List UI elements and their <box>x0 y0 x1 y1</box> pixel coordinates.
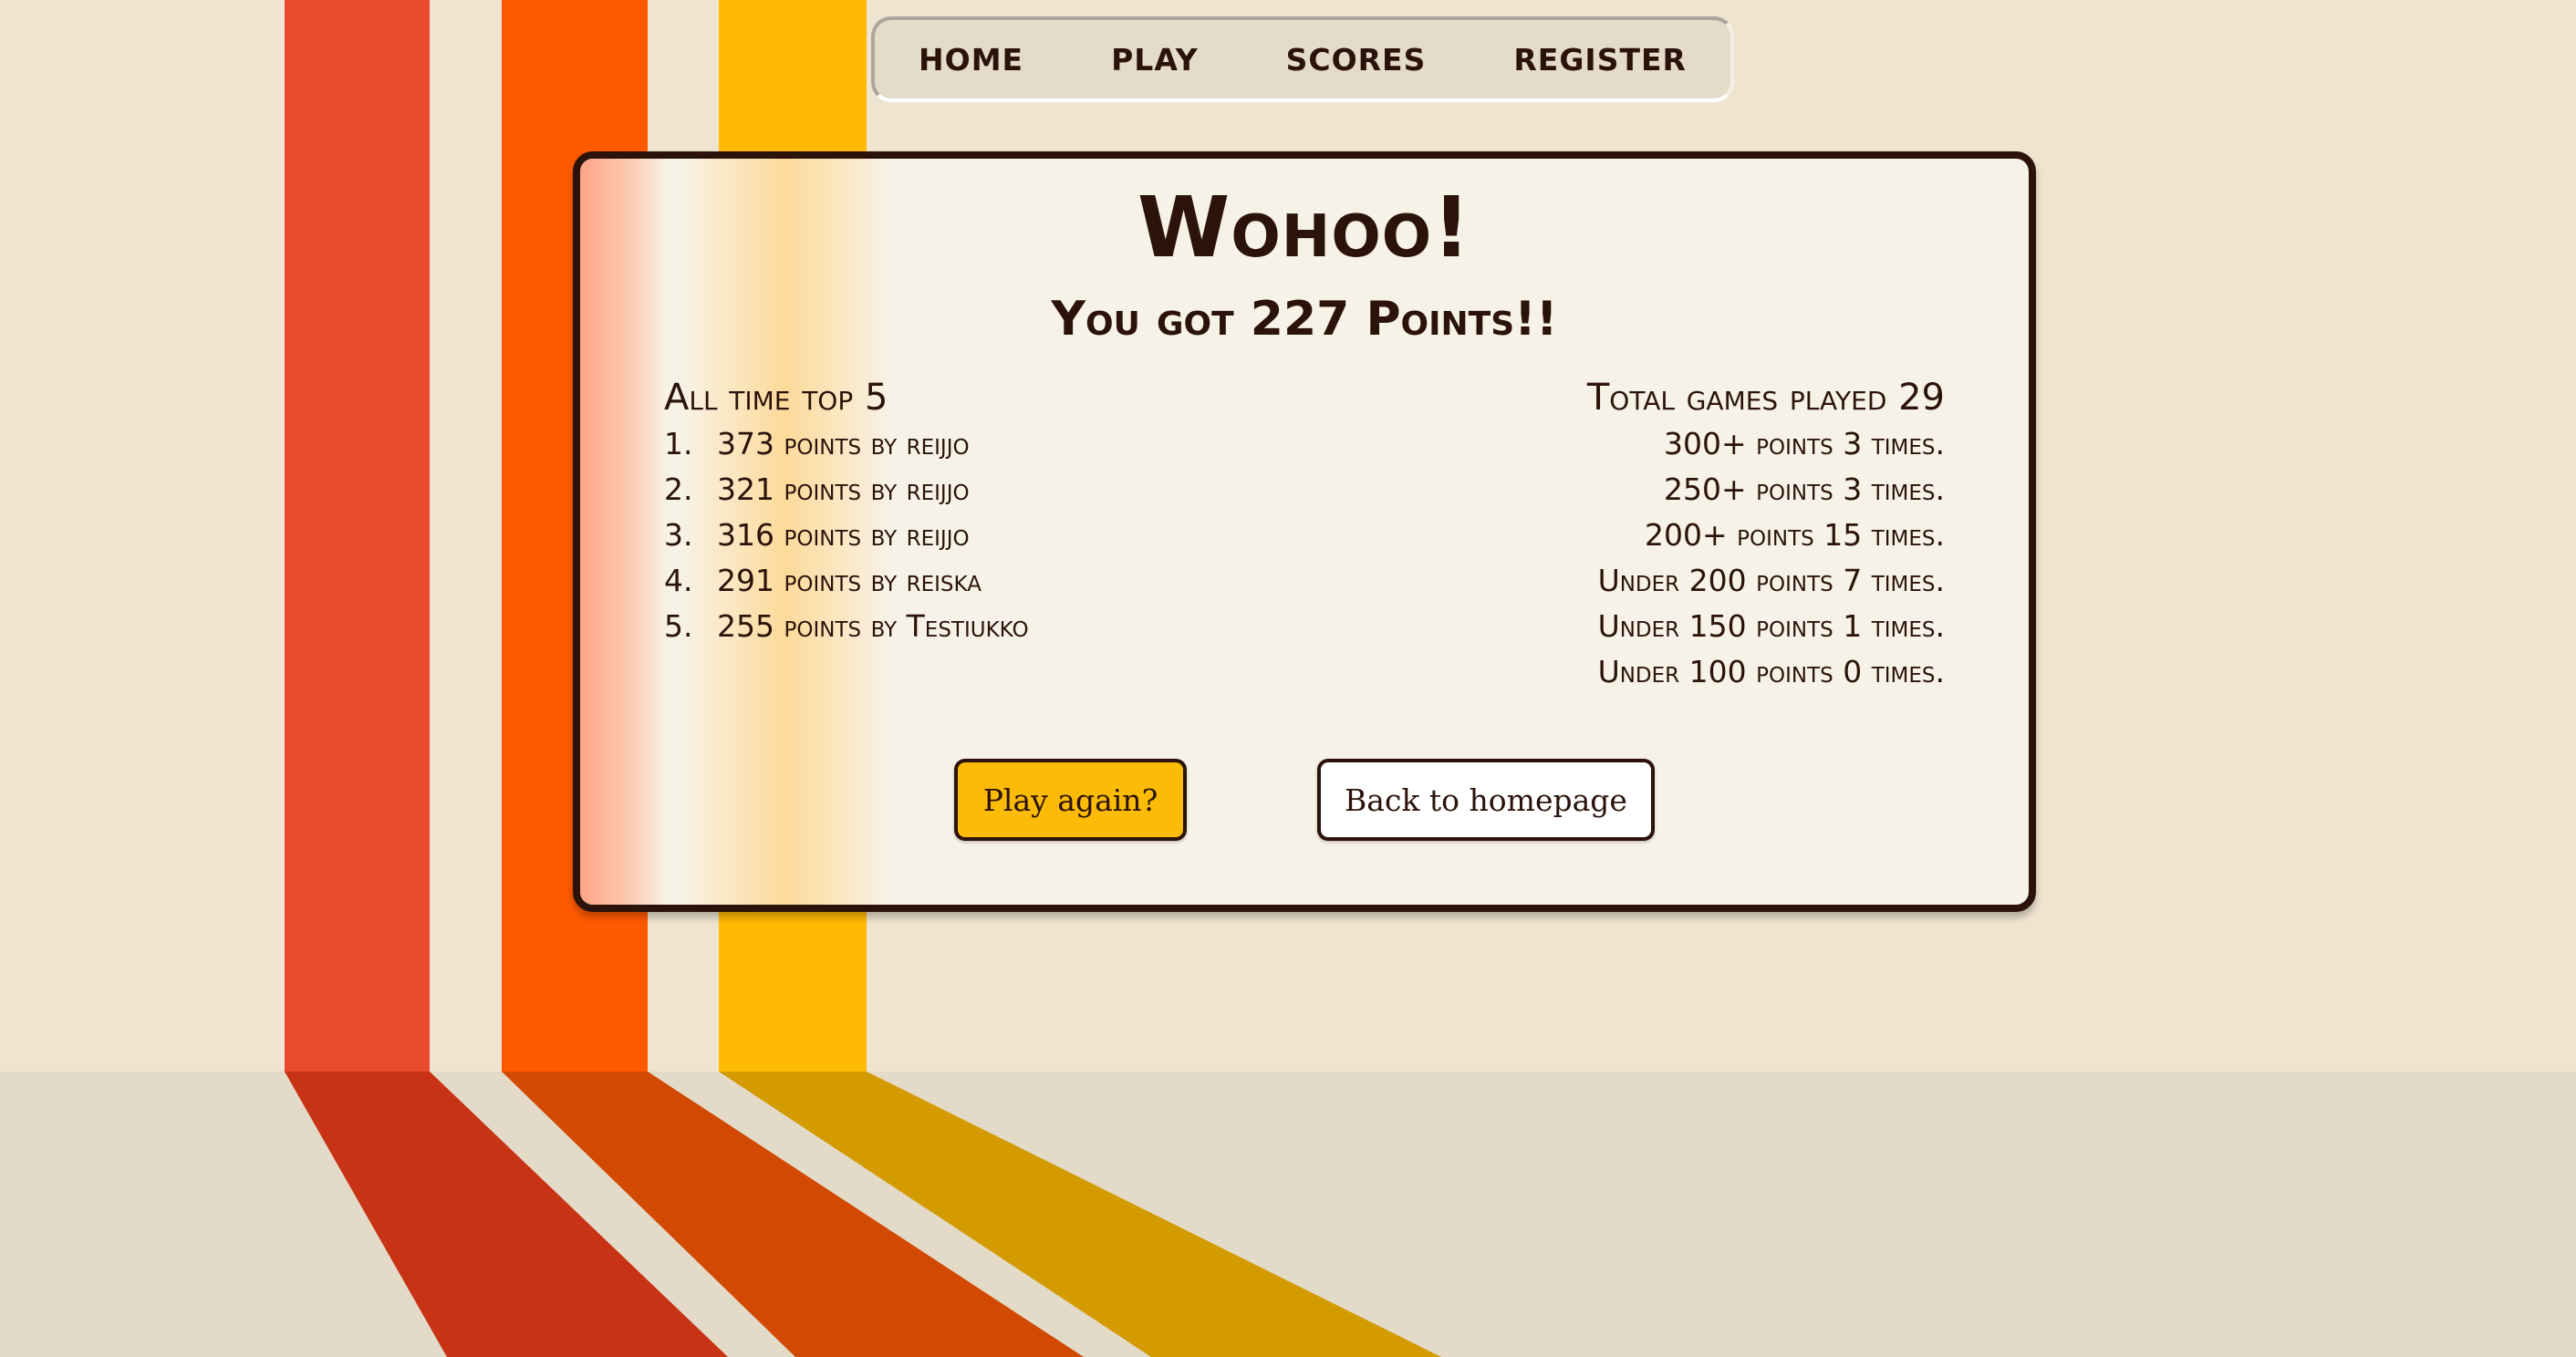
list-item: 1. 373 points by reijjo <box>664 421 1230 467</box>
score-entry: 321 points by reijjo <box>717 471 970 507</box>
game-stats-list: Total games played 29 300+ points 3 time… <box>1252 374 1945 695</box>
result-title: Wohoo! <box>1137 179 1472 276</box>
stats-row: Under 100 points 0 times. <box>1597 654 1945 689</box>
stats-row: 250+ points 3 times. <box>1663 471 1945 507</box>
stats-row: Under 200 points 7 times. <box>1597 563 1945 598</box>
stats-row: 200+ points 15 times. <box>1644 517 1945 553</box>
rank-number: 4. <box>664 563 693 598</box>
list-item: 5. 255 points by Testiukko <box>664 604 1230 649</box>
rank-number: 2. <box>664 471 693 507</box>
score-entry: 373 points by reijjo <box>717 426 970 461</box>
total-games-heading: Total games played 29 <box>1586 377 1945 419</box>
result-subtitle: You got 227 Points!! <box>1051 292 1558 347</box>
score-entry: 291 points by reiska <box>717 563 982 598</box>
list-item: 2. 321 points by reijjo <box>664 467 1230 513</box>
stats-row: Under 150 points 1 times. <box>1597 608 1945 644</box>
rank-number: 3. <box>664 517 693 553</box>
nav-scores-link[interactable]: SCORES <box>1286 42 1427 78</box>
play-again-button[interactable]: Play again? <box>954 759 1187 841</box>
stats-row: 300+ points 3 times. <box>1663 426 1945 461</box>
list-item: 4. 291 points by reiska <box>664 558 1230 604</box>
score-entry: 255 points by Testiukko <box>717 608 1029 644</box>
nav-register-link[interactable]: REGISTER <box>1513 42 1687 78</box>
results-card: Wohoo! You got 227 Points!! All time top… <box>573 151 2036 912</box>
nav-home-link[interactable]: HOME <box>919 42 1023 78</box>
top-scores-list: All time top 5 1. 373 points by reijjo 2.… <box>664 374 1230 649</box>
back-to-homepage-button[interactable]: Back to homepage <box>1317 759 1655 841</box>
rank-number: 5. <box>664 608 693 644</box>
score-entry: 316 points by reijjo <box>717 517 970 553</box>
top-scores-heading: All time top 5 <box>664 377 888 419</box>
main-navbar: HOME PLAY SCORES REGISTER <box>871 16 1734 102</box>
card-content: Wohoo! You got 227 Points!! All time top… <box>580 159 2029 905</box>
nav-play-link[interactable]: PLAY <box>1111 42 1199 78</box>
list-item: 3. 316 points by reijjo <box>664 513 1230 558</box>
rank-number: 1. <box>664 426 693 461</box>
